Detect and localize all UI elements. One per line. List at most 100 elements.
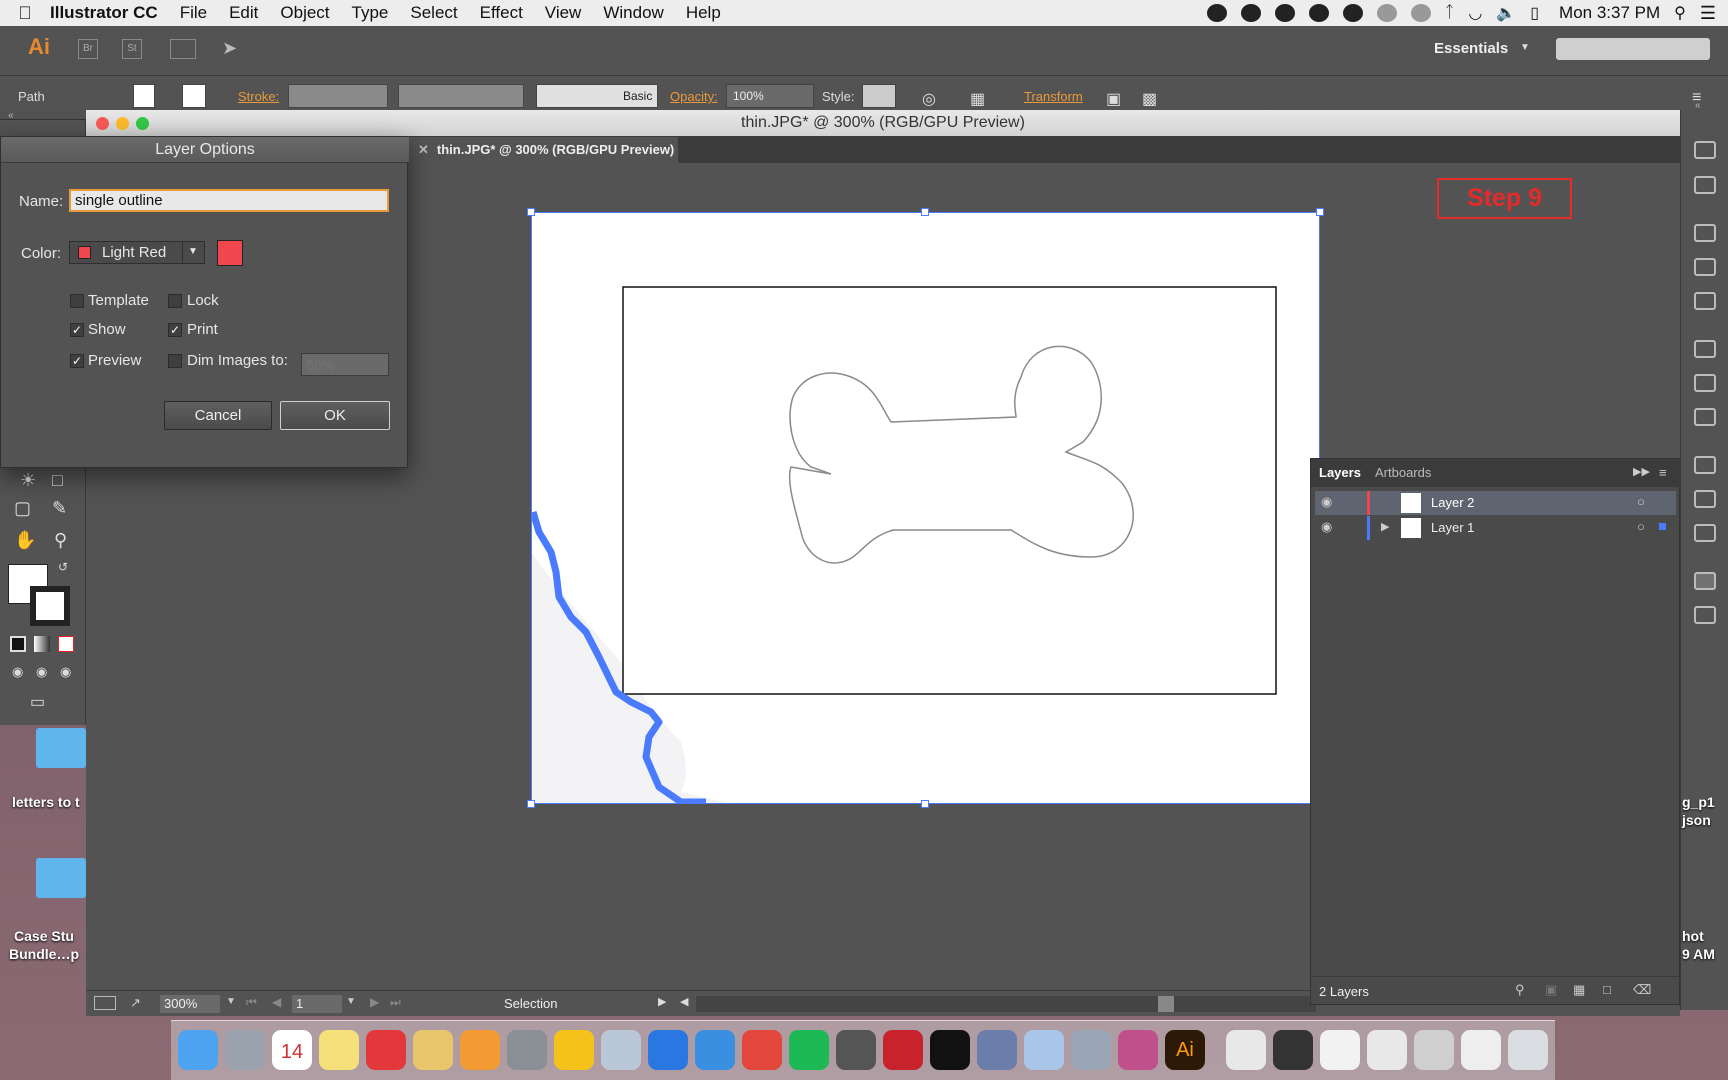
color-guide-icon[interactable] <box>1694 176 1716 194</box>
graphic-styles-icon[interactable] <box>1694 490 1716 508</box>
variable-width-profile[interactable] <box>398 84 524 108</box>
layer-row-layer-1[interactable]: ◉ ▶ Layer 1 ○ <box>1315 516 1676 540</box>
collapse-icon[interactable]: « <box>8 110 14 121</box>
horizontal-scroll-thumb[interactable] <box>1158 996 1174 1012</box>
menu-select[interactable]: Select <box>410 3 457 23</box>
zoom-tool-icon[interactable]: ⚲ <box>54 530 67 551</box>
close-tab-icon[interactable]: ✕ <box>418 142 429 157</box>
lock-label[interactable]: Lock <box>187 292 219 309</box>
new-sublayer-icon[interactable]: ▦ <box>1573 982 1585 998</box>
custom-color-swatch[interactable] <box>217 240 243 266</box>
desktop-folder-icon[interactable] <box>36 728 86 768</box>
system-preferences-icon[interactable] <box>507 1030 547 1070</box>
notification-center-icon[interactable]: ☰ <box>1700 3 1716 24</box>
menu-edit[interactable]: Edit <box>229 3 258 23</box>
evernote-icon[interactable] <box>1206 4 1227 22</box>
menu-window[interactable]: Window <box>603 3 663 23</box>
hand-tool-icon[interactable]: ✋ <box>14 530 36 551</box>
symbol-sprayer-icon[interactable]: ☀ <box>20 470 36 491</box>
layer-name-input[interactable] <box>69 189 389 212</box>
textedit-icon[interactable] <box>413 1030 453 1070</box>
collapse-panel-icon[interactable]: ▶▶ <box>1633 465 1650 478</box>
battery-icon[interactable]: ▯ <box>1530 3 1539 23</box>
eye-icon[interactable] <box>1376 4 1397 22</box>
print-checkbox[interactable]: ✓ <box>168 323 182 337</box>
preview-label[interactable]: Preview <box>88 352 141 369</box>
symbols-icon[interactable] <box>1694 292 1716 310</box>
next-artboard-icon[interactable]: ▶ <box>370 995 379 1009</box>
align-icon[interactable]: ▦ <box>970 89 985 109</box>
menu-view[interactable]: View <box>545 3 582 23</box>
desktop-item-label[interactable]: letters to t <box>0 794 88 810</box>
close-window-icon[interactable] <box>96 117 109 130</box>
selection-bounding-box[interactable] <box>531 212 1320 804</box>
screen-mode-icon[interactable]: ▭ <box>30 692 45 712</box>
selection-handle[interactable] <box>921 800 929 808</box>
layer-name[interactable]: Layer 2 <box>1431 495 1474 510</box>
new-layer-icon[interactable]: □ <box>1603 982 1611 997</box>
slice-tool-icon[interactable]: ✎ <box>52 498 67 519</box>
stroke-panel-icon[interactable] <box>1694 340 1716 358</box>
share-icon[interactable]: ↗ <box>130 995 141 1011</box>
menu-file[interactable]: File <box>180 3 207 23</box>
desktop-item-label[interactable]: json <box>1682 812 1711 828</box>
layer-row-layer-2[interactable]: ◉ Layer 2 ○ <box>1315 491 1676 515</box>
workspace-switcher[interactable]: Essentials <box>1434 40 1508 57</box>
make-clipping-icon[interactable]: ▩ <box>1142 89 1157 109</box>
document-stack-icon[interactable] <box>1461 1030 1501 1070</box>
artboard-number-field[interactable]: 1 <box>292 995 342 1013</box>
menu-type[interactable]: Type <box>352 3 389 23</box>
chevron-down-icon[interactable]: ▼ <box>188 246 198 257</box>
preview-checkbox[interactable]: ✓ <box>70 354 84 368</box>
panel-menu-icon[interactable]: ≡ <box>1659 465 1667 480</box>
status-menu-arrow-icon[interactable]: ▶ <box>658 995 666 1008</box>
stroke-weight-field[interactable] <box>288 84 388 108</box>
desktop-item-label[interactable]: Case Stu <box>0 928 88 944</box>
last-artboard-icon[interactable]: ⏭ <box>390 995 401 1010</box>
ok-button[interactable]: OK <box>280 401 390 430</box>
clipping-mask-icon[interactable]: ▣ <box>1545 982 1557 998</box>
layer-name[interactable]: Layer 1 <box>1431 520 1474 535</box>
preview-app-icon[interactable] <box>1024 1030 1064 1070</box>
libraries-icon[interactable] <box>1694 524 1716 542</box>
volume-icon[interactable]: 🔈 <box>1496 3 1516 23</box>
dim-images-input[interactable] <box>301 353 389 376</box>
menubar-clock[interactable]: Mon 3:37 PM <box>1559 3 1660 23</box>
recolor-icon[interactable]: ◎ <box>922 89 936 109</box>
stroke-swatch[interactable] <box>182 84 206 108</box>
fill-swatch[interactable] <box>133 84 155 108</box>
selection-handle[interactable] <box>1316 208 1324 216</box>
selection-handle[interactable] <box>527 208 535 216</box>
chevron-down-icon[interactable]: ▼ <box>1520 42 1530 53</box>
draw-normal-icon[interactable]: ◉ <box>12 664 23 680</box>
none-mode-icon[interactable] <box>58 636 74 652</box>
stroke-color-swatch[interactable] <box>30 586 70 626</box>
artboard-tool-icon[interactable]: ▢ <box>14 498 31 519</box>
document-tab[interactable]: ✕ thin.JPG* @ 300% (RGB/GPU Preview) <box>408 137 678 163</box>
transparency-icon[interactable] <box>1694 408 1716 426</box>
chrome-icon[interactable] <box>742 1030 782 1070</box>
chat-icon[interactable] <box>1342 4 1363 22</box>
tab-artboards[interactable]: Artboards <box>1375 465 1431 480</box>
gpu-status-icon[interactable] <box>94 996 116 1010</box>
show-checkbox[interactable]: ✓ <box>70 323 84 337</box>
target-circle-icon[interactable]: ○ <box>1637 494 1645 509</box>
arrange-documents-icon[interactable] <box>170 39 196 59</box>
expand-layer-icon[interactable]: ▶ <box>1381 520 1389 533</box>
notes-icon[interactable] <box>319 1030 359 1070</box>
app-menu[interactable]: Illustrator CC <box>50 3 158 23</box>
minimize-window-icon[interactable] <box>116 117 129 130</box>
opacity-label[interactable]: Opacity: <box>670 89 718 104</box>
selection-indicator[interactable] <box>1659 523 1666 530</box>
brush-definition-select[interactable]: Basic <box>536 84 658 108</box>
graph-tool-icon[interactable]: □ <box>52 470 63 491</box>
desktop-folder-icon[interactable] <box>36 858 86 898</box>
selection-handle[interactable] <box>527 800 535 808</box>
status-tool-name[interactable]: Selection <box>504 996 557 1011</box>
graphic-style-swatch[interactable] <box>862 84 896 108</box>
first-artboard-icon[interactable]: ⏮ <box>246 995 257 1010</box>
opacity-field[interactable]: 100% <box>726 84 814 108</box>
gradient-mode-icon[interactable] <box>34 636 50 652</box>
menu-help[interactable]: Help <box>686 3 721 23</box>
desktop-item-label[interactable]: 9 AM <box>1682 946 1715 962</box>
